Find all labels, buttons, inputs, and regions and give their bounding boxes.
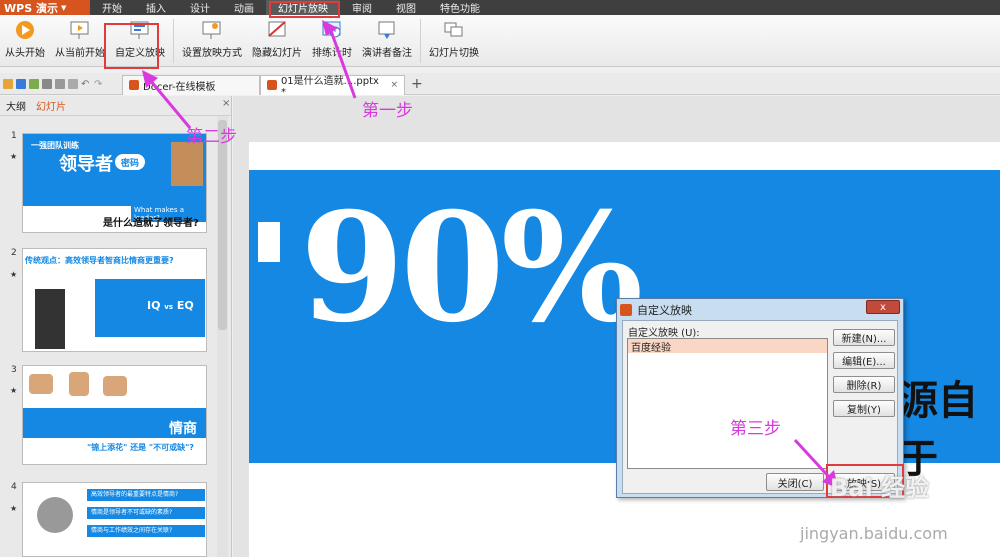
- watermark-logo: Bai 经验: [830, 474, 930, 502]
- step-one-label: 第一步: [362, 101, 413, 121]
- step-three-label: 第三步: [730, 419, 781, 439]
- step-two-label: 第二步: [186, 127, 237, 147]
- watermark-url: jingyan.baidu.com: [800, 524, 948, 543]
